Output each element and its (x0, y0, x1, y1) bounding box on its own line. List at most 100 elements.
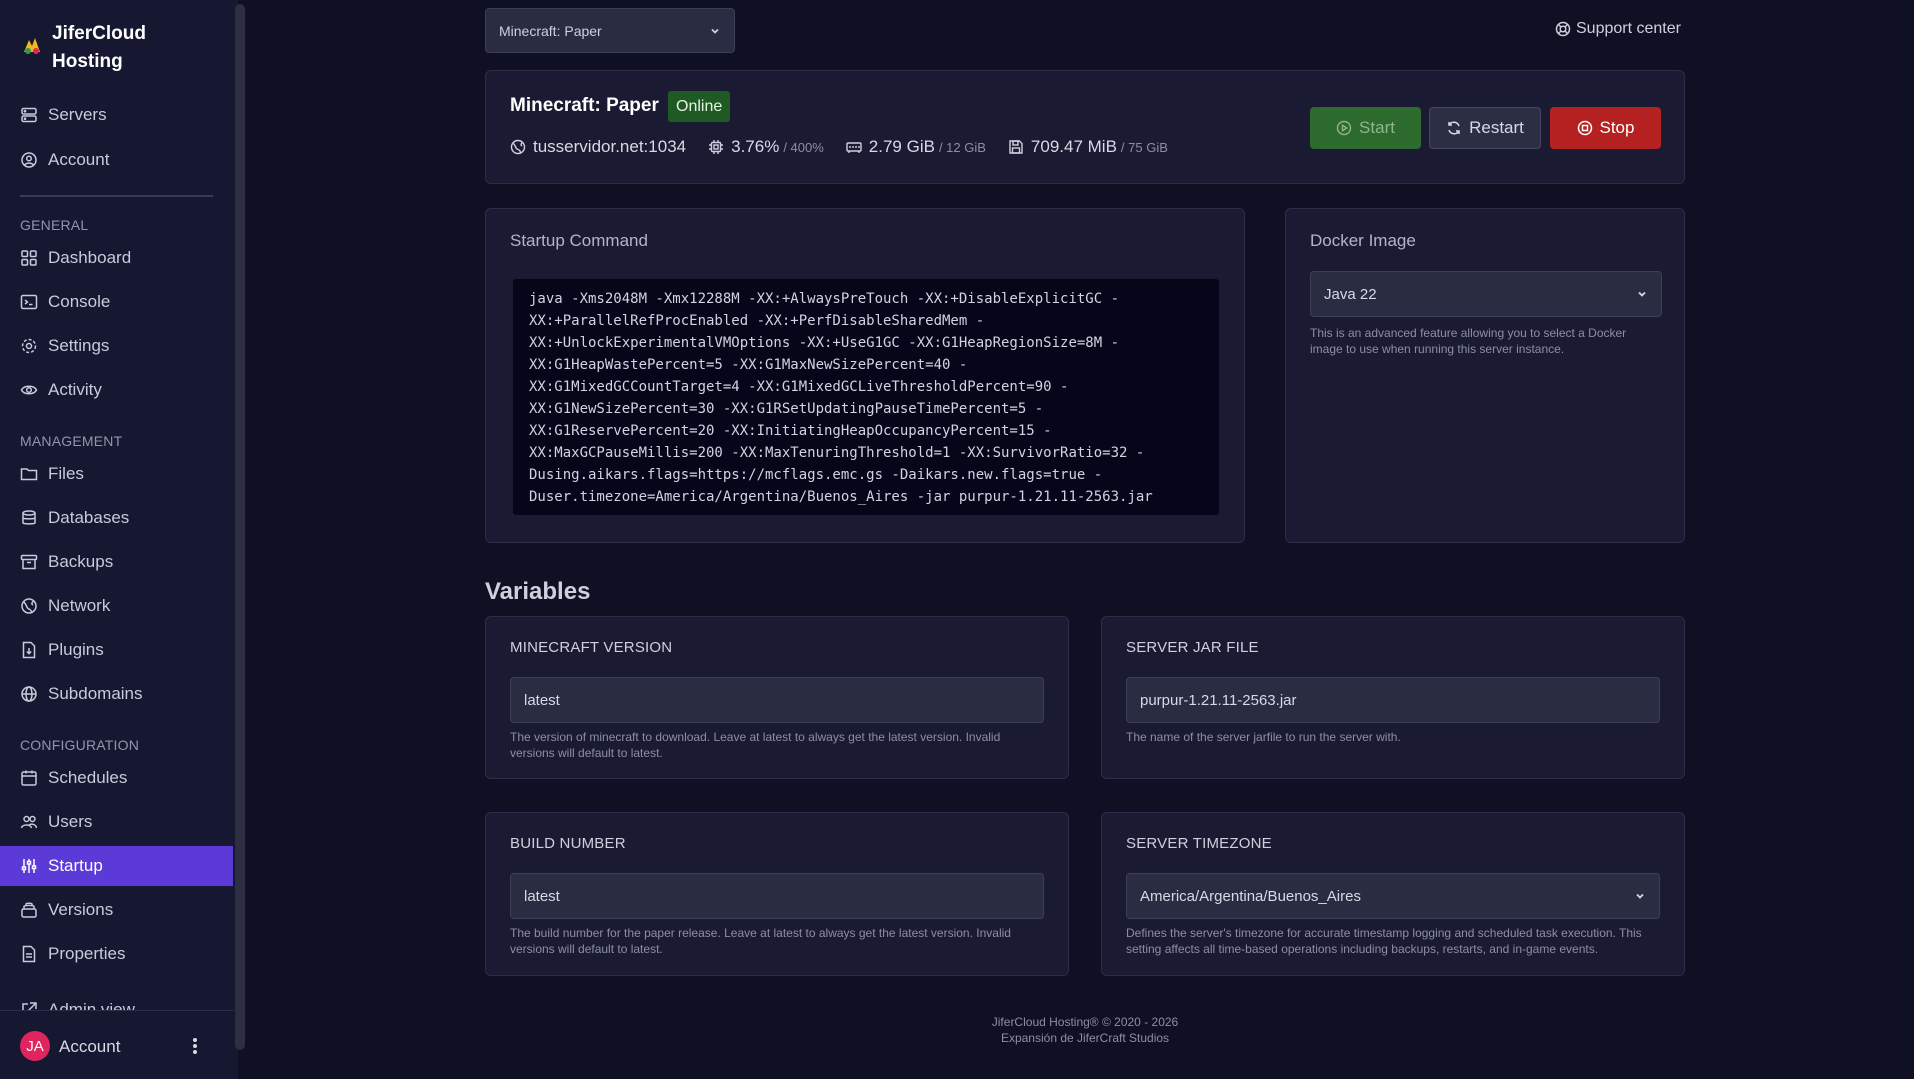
eye-icon (20, 385, 38, 395)
stat-address: tusservidor.net:1034 (510, 137, 686, 157)
dashboard-icon (21, 250, 37, 266)
support-center-link[interactable]: Support center (1555, 20, 1681, 38)
nav-schedules[interactable]: Schedules (0, 758, 233, 798)
variable-help: Defines the server's timezone for accura… (1126, 926, 1642, 956)
memory-value: 2.79 GiB (868, 137, 935, 156)
restart-button[interactable]: Restart (1429, 107, 1541, 149)
stat-memory: 2.79 GiB / 12 GiB (846, 137, 986, 157)
nav-settings-label: Settings (48, 336, 110, 355)
footer-copyright: JiferCloud Hosting® © 2020 - 2026 (991, 1015, 1179, 1029)
variable-help: The build number for the paper release. … (510, 926, 1011, 956)
account-label[interactable]: Account (59, 1037, 120, 1057)
docker-image-title: Docker Image (1310, 231, 1416, 250)
nav-versions[interactable]: Versions (0, 890, 233, 930)
nav-dashboard-label: Dashboard (48, 248, 132, 267)
startup-command-text: java -Xms2048M -Xmx12288M -XX:+AlwaysPre… (513, 279, 1219, 515)
sidebar: JiferCloud Hosting Servers Account GENER… (0, 0, 245, 1079)
sliders-icon (21, 859, 37, 873)
server-timezone-select[interactable]: America/Argentina/Buenos_Aires (1126, 873, 1660, 919)
server-select[interactable]: Minecraft: Paper (485, 8, 735, 53)
brand[interactable]: JiferCloud Hosting (20, 20, 192, 76)
network-icon (21, 598, 37, 614)
nav-files[interactable]: Files (0, 454, 233, 494)
server-jar-file-input[interactable] (1126, 677, 1660, 723)
variable-card: SERVER JAR FILE The name of the server j… (1101, 616, 1685, 779)
avatar[interactable]: JA (20, 1031, 50, 1061)
cpu-icon (709, 140, 724, 154)
disk-limit: / 75 GiB (1120, 139, 1168, 155)
docker-image-select[interactable]: Java 22 (1310, 271, 1662, 317)
status-badge: Online (668, 91, 731, 122)
nav-users-label: Users (48, 812, 93, 831)
nav-schedules-label: Schedules (48, 768, 128, 787)
nav-subdomains[interactable]: Subdomains (0, 674, 233, 714)
section-management: MANAGEMENT (20, 433, 123, 449)
nav-properties[interactable]: Properties (0, 934, 233, 974)
cpu-value: 3.76% (731, 137, 780, 156)
users-icon (20, 815, 38, 829)
footer-credit[interactable]: Expansión de JiferCraft Studios (485, 1030, 1685, 1046)
nav-servers[interactable]: Servers (0, 95, 233, 135)
variable-label: SERVER TIMEZONE (1126, 835, 1272, 852)
minecraft-version-input[interactable] (510, 677, 1044, 723)
stat-cpu: 3.76% / 400% (708, 137, 824, 157)
nav-backups[interactable]: Backups (0, 542, 233, 582)
nav-servers-label: Servers (48, 105, 107, 124)
section-general: GENERAL (20, 217, 89, 233)
chevron-down-icon (1636, 893, 1644, 899)
server-address: tusservidor.net:1034 (533, 137, 687, 156)
database-icon (22, 510, 36, 525)
nav-databases[interactable]: Databases (0, 498, 233, 538)
variable-label: SERVER JAR FILE (1126, 639, 1259, 656)
nav-properties-label: Properties (48, 944, 126, 963)
nav-plugins[interactable]: Plugins (0, 630, 233, 670)
sidebar-divider (20, 195, 213, 197)
brand-logo-icon (24, 38, 40, 54)
nav-activity[interactable]: Activity (0, 370, 233, 410)
variable-label: BUILD NUMBER (510, 835, 626, 852)
nav-databases-label: Databases (48, 508, 130, 527)
nav-console[interactable]: Console (0, 282, 233, 322)
nav-startup[interactable]: Startup (0, 846, 233, 886)
chevron-down-icon (1638, 291, 1646, 297)
docker-image-help: This is an advanced feature allowing you… (1310, 326, 1627, 356)
terminal-icon (20, 294, 38, 310)
memory-limit: / 12 GiB (938, 139, 986, 155)
globe-icon (21, 686, 37, 702)
start-button[interactable]: Start (1310, 107, 1421, 149)
variable-label: MINECRAFT VERSION (510, 639, 673, 656)
stop-circle-icon (1577, 120, 1592, 136)
disk-icon (1009, 140, 1023, 154)
archive-icon (20, 554, 38, 570)
nav-account[interactable]: Account (0, 140, 233, 180)
page-footer: JiferCloud Hosting® © 2020 - 2026 Expans… (485, 1014, 1685, 1046)
nav-versions-label: Versions (48, 900, 114, 919)
sidebar-scrollbar[interactable] (235, 4, 245, 1050)
start-button-label: Start (1359, 118, 1395, 137)
variable-card: SERVER TIMEZONE America/Argentina/Buenos… (1101, 812, 1685, 976)
calendar-icon (21, 770, 37, 786)
play-circle-icon (1336, 120, 1352, 136)
nav-backups-label: Backups (48, 552, 114, 571)
docker-image-value: Java 22 (1324, 285, 1377, 303)
more-options-icon[interactable] (188, 1035, 202, 1057)
build-number-input[interactable] (510, 873, 1044, 919)
stop-button[interactable]: Stop (1550, 107, 1661, 149)
stat-disk: 709.47 MiB / 75 GiB (1008, 137, 1168, 157)
nav-files-label: Files (48, 464, 84, 483)
nav-startup-label: Startup (48, 856, 103, 875)
folder-icon (20, 468, 38, 481)
docker-image-card: Docker Image Java 22 This is an advanced… (1285, 208, 1685, 543)
server-stats: tusservidor.net:1034 3.76% / 400% 2.79 G… (510, 137, 1190, 157)
document-icon (22, 945, 36, 963)
account-icon (21, 152, 37, 168)
nav-network-label: Network (48, 596, 111, 615)
restart-button-label: Restart (1469, 118, 1524, 137)
nav-dashboard[interactable]: Dashboard (0, 238, 233, 278)
gear-icon (21, 338, 37, 354)
nav-subdomains-label: Subdomains (48, 684, 143, 703)
nav-settings[interactable]: Settings (0, 326, 233, 366)
nav-network[interactable]: Network (0, 586, 233, 626)
server-select-value: Minecraft: Paper (499, 22, 602, 39)
nav-users[interactable]: Users (0, 802, 233, 842)
